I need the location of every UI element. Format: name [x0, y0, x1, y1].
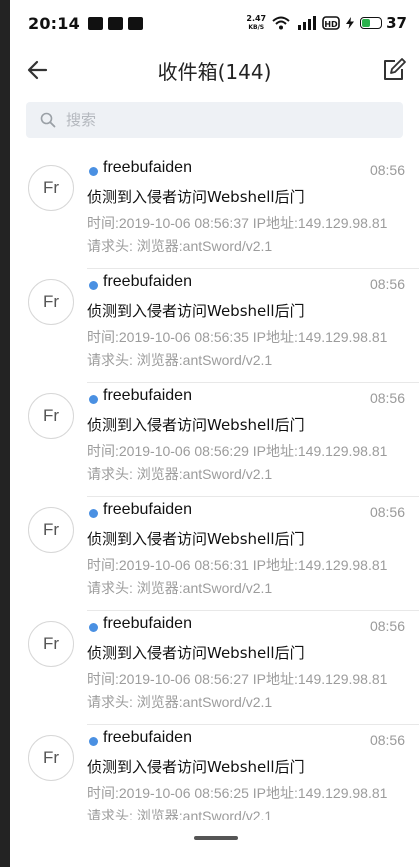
message-sender: freebufaiden [103, 387, 192, 404]
message-time: 08:56 [369, 162, 405, 178]
svg-text:HD: HD [324, 20, 338, 29]
charging-icon [346, 17, 355, 29]
unread-dot-icon [89, 737, 98, 746]
mail-app-screen: 20:14 2.47 KB/S HD 37 收件箱(144) 搜索 Fr fre… [10, 0, 419, 867]
home-indicator[interactable] [194, 836, 238, 840]
message-subject: 侦测到入侵者访问Webshell后门 [87, 302, 305, 320]
network-speed-unit: KB/S [248, 23, 265, 31]
search-bar[interactable] [26, 102, 403, 138]
message-preview: 时间:2019-10-06 08:56:31 IP地址:149.129.98.8… [87, 557, 388, 596]
avatar: Fr [28, 165, 74, 211]
avatar: Fr [28, 735, 74, 781]
message-subject: 侦测到入侵者访问Webshell后门 [87, 188, 305, 206]
avatar: Fr [28, 393, 74, 439]
page-title: 收件箱(144) [157, 59, 272, 84]
bottom-nav-area [10, 820, 419, 867]
network-speed: 2.47 KB/S [246, 13, 267, 32]
message-time: 08:56 [369, 276, 405, 292]
network-speed-value: 2.47 [246, 13, 267, 23]
avatar: Fr [28, 507, 74, 553]
message-item[interactable]: Fr freebufaiden 08:56 侦测到入侵者访问Webshell后门… [10, 498, 419, 612]
search-icon [40, 112, 56, 128]
search-container [10, 94, 419, 138]
signal-icon [298, 16, 317, 30]
search-input[interactable] [66, 111, 366, 129]
message-item[interactable]: Fr freebufaiden 08:56 侦测到入侵者访问Webshell后门… [10, 612, 419, 726]
unread-dot-icon [89, 509, 98, 518]
message-subject: 侦测到入侵者访问Webshell后门 [87, 758, 305, 776]
wifi-icon [272, 16, 290, 30]
inbox-header: 收件箱(144) [10, 46, 419, 94]
message-subject: 侦测到入侵者访问Webshell后门 [87, 416, 305, 434]
message-time: 08:56 [369, 504, 405, 520]
message-time: 08:56 [369, 618, 405, 634]
message-preview: 时间:2019-10-06 08:56:35 IP地址:149.129.98.8… [87, 329, 388, 368]
battery-fill [362, 19, 370, 27]
hd-icon: HD [322, 16, 340, 30]
message-preview: 时间:2019-10-06 08:56:37 IP地址:149.129.98.8… [87, 215, 388, 254]
mail-notification-icon [127, 16, 143, 30]
divider [87, 382, 419, 383]
app-notification-icon [107, 16, 123, 30]
battery-percent: 37 [386, 14, 407, 32]
status-bar: 20:14 2.47 KB/S HD 37 [10, 0, 419, 46]
unread-dot-icon [89, 167, 98, 176]
unread-dot-icon [89, 395, 98, 404]
status-time: 20:14 [28, 13, 80, 33]
divider [87, 724, 419, 725]
compose-icon[interactable] [377, 54, 409, 86]
message-subject: 侦测到入侵者访问Webshell后门 [87, 644, 305, 662]
message-item[interactable]: Fr freebufaiden 08:56 侦测到入侵者访问Webshell后门… [10, 384, 419, 498]
divider [87, 610, 419, 611]
message-preview: 时间:2019-10-06 08:56:27 IP地址:149.129.98.8… [87, 671, 388, 710]
divider [87, 496, 419, 497]
message-time: 08:56 [369, 732, 405, 748]
message-notification-icon [87, 16, 103, 30]
message-item[interactable]: Fr freebufaiden 08:56 侦测到入侵者访问Webshell后门… [10, 156, 419, 270]
avatar: Fr [28, 279, 74, 325]
battery-icon [360, 17, 383, 29]
unread-dot-icon [89, 623, 98, 632]
arrow-left-icon[interactable] [22, 54, 54, 86]
message-subject: 侦测到入侵者访问Webshell后门 [87, 530, 305, 548]
message-preview: 时间:2019-10-06 08:56:29 IP地址:149.129.98.8… [87, 443, 388, 482]
avatar: Fr [28, 621, 74, 667]
status-indicators: 2.47 KB/S HD 37 [246, 14, 407, 32]
message-sender: freebufaiden [103, 615, 192, 632]
message-sender: freebufaiden [103, 273, 192, 290]
unread-dot-icon [89, 281, 98, 290]
divider [87, 268, 419, 269]
message-item[interactable]: Fr freebufaiden 08:56 侦测到入侵者访问Webshell后门… [10, 270, 419, 384]
message-sender: freebufaiden [103, 501, 192, 518]
message-sender: freebufaiden [103, 729, 192, 746]
message-time: 08:56 [369, 390, 405, 406]
message-sender: freebufaiden [103, 159, 192, 176]
battery-indicator: 37 [360, 14, 407, 32]
message-list: Fr freebufaiden 08:56 侦测到入侵者访问Webshell后门… [10, 156, 419, 840]
